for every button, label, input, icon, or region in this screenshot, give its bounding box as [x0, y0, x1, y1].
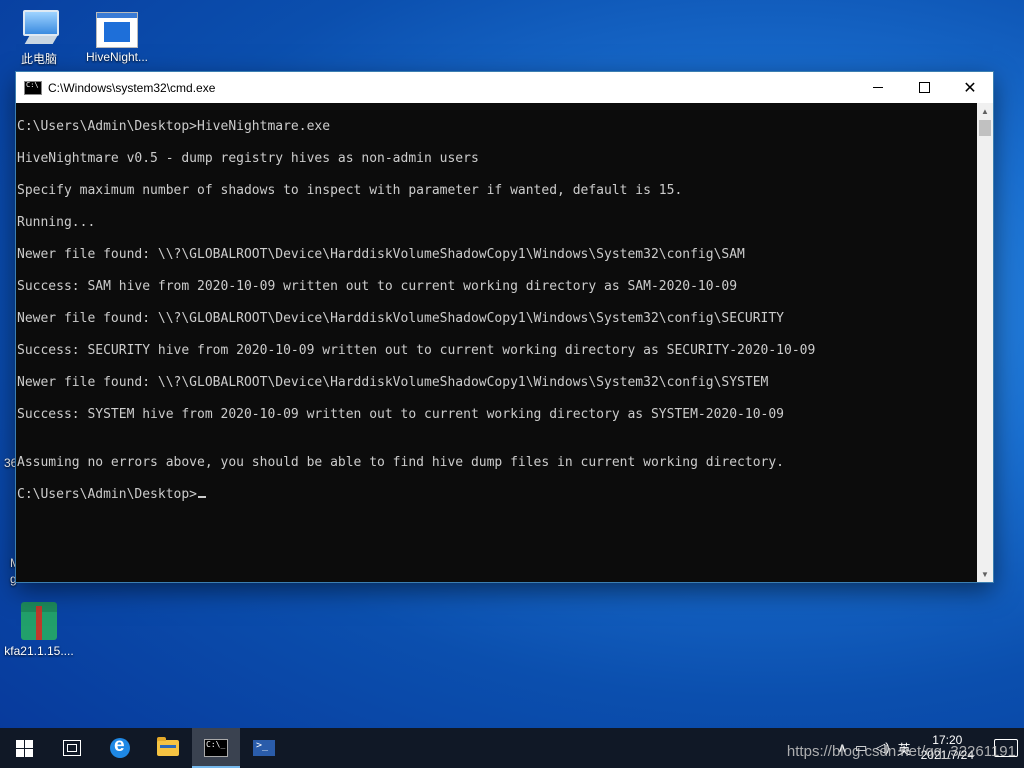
console-line: Success: SYSTEM hive from 2020-10-09 wri…	[17, 407, 785, 422]
edge-browser-icon	[110, 735, 130, 758]
console-line: Running...	[17, 215, 96, 230]
console-line: Assuming no errors above, you should be …	[17, 455, 785, 470]
console-line: HiveNightmare v0.5 - dump registry hives…	[17, 151, 479, 166]
scroll-thumb[interactable]	[979, 120, 991, 136]
console-output[interactable]: C:\Users\Admin\Desktop>HiveNightmare.exe…	[16, 103, 977, 582]
desktop-icon-label: kfa21.1.15....	[4, 644, 74, 658]
package-icon	[19, 600, 59, 642]
file-explorer-button[interactable]	[144, 728, 192, 768]
minimize-button[interactable]	[855, 72, 901, 103]
taskbar: ∧ ▭ ◁) 英 17:20 2021/7/24 https://blog.cs…	[0, 728, 1024, 768]
powershell-button[interactable]	[240, 728, 288, 768]
close-icon: ✕	[963, 77, 977, 97]
console-line: C:\Users\Admin\Desktop>	[16, 487, 977, 503]
cmd-window[interactable]: C:\Windows\system32\cmd.exe ✕ C:\Users\A…	[16, 72, 993, 582]
scroll-up-icon[interactable]: ▲	[977, 103, 993, 119]
console-line: C:\Users\Admin\Desktop>HiveNightmare.exe	[17, 119, 331, 134]
console-line: Success: SAM hive from 2020-10-09 writte…	[17, 279, 738, 294]
desktop-icon-label: 此电脑	[20, 52, 57, 66]
cmd-icon	[204, 739, 228, 757]
desktop-icon-kfa[interactable]: kfa21.1.15....	[2, 600, 76, 658]
vertical-scrollbar[interactable]: ▲ ▼	[977, 103, 993, 582]
cmd-taskbar-button[interactable]	[192, 728, 240, 768]
console-prompt: C:\Users\Admin\Desktop>	[17, 487, 198, 502]
text-cursor	[198, 496, 207, 498]
scroll-down-icon[interactable]: ▼	[977, 566, 993, 582]
powershell-icon	[253, 740, 275, 756]
edge-button[interactable]	[96, 728, 144, 768]
start-button[interactable]	[0, 728, 48, 768]
desktop-icon-label: HiveNight...	[85, 50, 149, 64]
console-line: Newer file found: \\?\GLOBALROOT\Device\…	[17, 247, 745, 262]
task-view-button[interactable]	[48, 728, 96, 768]
task-view-icon	[63, 740, 81, 756]
minimize-icon	[873, 87, 883, 88]
console-line: Specify maximum number of shadows to ins…	[17, 183, 683, 198]
title-bar[interactable]: C:\Windows\system32\cmd.exe ✕	[16, 72, 993, 103]
cmd-icon[interactable]	[24, 80, 42, 95]
computer-icon	[19, 8, 59, 48]
console-line: Success: SECURITY hive from 2020-10-09 w…	[17, 343, 816, 358]
desktop-icon-this-pc[interactable]: 此电脑	[2, 8, 76, 67]
console-line: Newer file found: \\?\GLOBALROOT\Device\…	[17, 311, 785, 326]
window-title: C:\Windows\system32\cmd.exe	[48, 80, 216, 95]
close-button[interactable]: ✕	[947, 72, 993, 103]
maximize-button[interactable]	[901, 72, 947, 103]
folder-icon	[157, 737, 179, 756]
application-icon	[96, 12, 138, 48]
maximize-icon	[918, 82, 930, 93]
watermark-text: https://blog.csdn.net/qq_32261191	[786, 743, 1016, 760]
console-line: Newer file found: \\?\GLOBALROOT\Device\…	[17, 375, 769, 390]
windows-logo-icon	[15, 739, 33, 757]
desktop-icon-hivenightmare[interactable]: HiveNight...	[80, 12, 154, 64]
